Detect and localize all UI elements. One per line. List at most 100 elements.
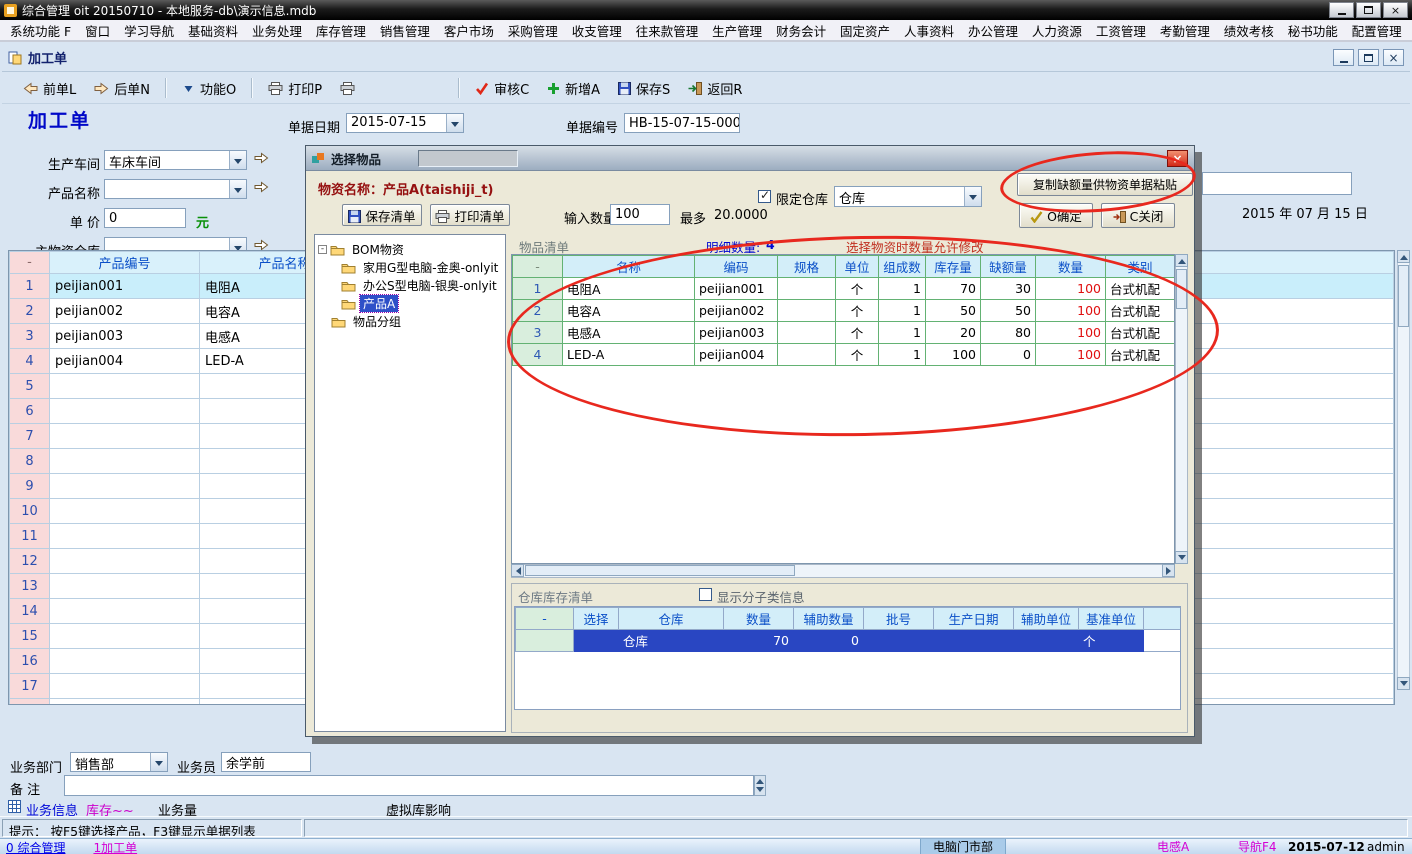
- doc-no-input[interactable]: HB-15-07-15-0001: [624, 113, 740, 133]
- product-value: [105, 180, 229, 198]
- qty-input[interactable]: 100: [610, 204, 670, 225]
- scroll-left-button[interactable]: [511, 564, 524, 577]
- tree-item[interactable]: 家用G型电脑-金奥-onlyit: [315, 258, 505, 276]
- restore-icon: [1364, 6, 1373, 14]
- taskbar-status-item[interactable]: 电脑门市部: [920, 839, 1006, 854]
- close-button[interactable]: C关闭: [1101, 203, 1175, 228]
- scroll-down-button[interactable]: [1175, 551, 1188, 564]
- hand-pointer-icon[interactable]: [254, 152, 271, 166]
- product-select[interactable]: [104, 179, 247, 199]
- taskbar-window-button[interactable]: 1加工单: [93, 839, 137, 854]
- doc-date-select[interactable]: 2015-07-15: [346, 113, 464, 133]
- child-minimize-button[interactable]: [1333, 49, 1354, 66]
- toolbar-back-label: 返回R: [707, 79, 742, 98]
- menu-item[interactable]: 考勤管理: [1158, 20, 1212, 41]
- menu-item[interactable]: 客户市场: [442, 20, 496, 41]
- save-list-button[interactable]: 保存清单: [342, 204, 422, 226]
- vertical-scrollbar[interactable]: [1397, 250, 1410, 690]
- taskbar-window-button[interactable]: 0 综合管理: [6, 839, 65, 854]
- limit-warehouse-checkbox[interactable]: [758, 190, 771, 203]
- menu-item[interactable]: 人事资料: [902, 20, 956, 41]
- scrollbar-thumb[interactable]: [1398, 265, 1409, 327]
- menu-item[interactable]: 固定资产: [838, 20, 892, 41]
- menu-item[interactable]: 财务会计: [774, 20, 828, 41]
- warehouse-select[interactable]: 仓库: [834, 186, 982, 207]
- warehouse-stock-panel: 仓库库存清单 显示分子类信息 -选择仓库数量辅助数量批号生产日期辅助单位基准单位…: [511, 583, 1188, 733]
- note-spinner[interactable]: [754, 775, 766, 796]
- chevron-down-icon[interactable]: [446, 114, 463, 132]
- titlebar-inset-box[interactable]: [418, 150, 518, 167]
- chevron-down-icon[interactable]: [964, 187, 981, 206]
- child-restore-button[interactable]: [1358, 49, 1379, 66]
- child-close-button[interactable]: ×: [1383, 49, 1404, 66]
- price-input[interactable]: 0: [104, 208, 186, 228]
- table-row[interactable]: 4LED-Apeijian004个11000100台式机配: [513, 344, 1175, 366]
- tree-item[interactable]: 产品A: [315, 294, 505, 312]
- dept-select[interactable]: 销售部: [70, 752, 168, 772]
- menu-item[interactable]: 绩效考核: [1222, 20, 1276, 41]
- menu-item[interactable]: 窗口: [83, 20, 112, 41]
- copy-shortage-button[interactable]: 复制缺额量供物资单据粘贴: [1017, 173, 1193, 196]
- agent-input[interactable]: 余学前: [221, 752, 311, 772]
- toolbar-next-button[interactable]: 后单N: [85, 76, 159, 101]
- toolbar-prev-button[interactable]: 前单L: [14, 76, 85, 101]
- arrow-down-icon: [182, 81, 195, 96]
- menu-item[interactable]: 人力资源: [1030, 20, 1084, 41]
- workshop-select[interactable]: 车床车间: [104, 150, 247, 170]
- menu-item[interactable]: 秘书功能: [1286, 20, 1340, 41]
- menu-item[interactable]: 办公管理: [966, 20, 1020, 41]
- tree-expander-icon[interactable]: -: [318, 245, 327, 254]
- note-input[interactable]: [64, 775, 754, 796]
- row-number-cell: 14: [10, 599, 50, 624]
- table-row[interactable]: 2电容Apeijian002个15050100台式机配: [513, 300, 1175, 322]
- toolbar-save-button[interactable]: 保存S: [609, 76, 679, 101]
- menu-item[interactable]: 系统功能 F: [8, 20, 73, 41]
- scroll-right-button[interactable]: [1162, 564, 1175, 577]
- menu-item[interactable]: 学习导航: [122, 20, 176, 41]
- item-cell: 30: [981, 278, 1036, 300]
- toolbar-add-button[interactable]: 新增A: [538, 76, 609, 101]
- item-cell: LED-A: [563, 344, 695, 366]
- scroll-down-button[interactable]: [1397, 677, 1410, 690]
- menu-item[interactable]: 配置管理: [1350, 20, 1404, 41]
- scroll-up-button[interactable]: [1175, 254, 1188, 267]
- tree-item[interactable]: -BOM物资: [315, 240, 505, 258]
- right-side-input[interactable]: [1202, 172, 1352, 195]
- table-row[interactable]: 仓库700个: [516, 630, 1181, 652]
- items-vertical-scrollbar[interactable]: [1175, 254, 1188, 564]
- menu-item[interactable]: 采购管理: [506, 20, 560, 41]
- tree-item[interactable]: 物品分组: [315, 312, 505, 330]
- menu-item[interactable]: 库存管理: [314, 20, 368, 41]
- toolbar-back-button[interactable]: 返回R: [679, 76, 751, 101]
- table-row[interactable]: 1电阻Apeijian001个17030100台式机配: [513, 278, 1175, 300]
- toolbar-printer2-button[interactable]: [331, 78, 364, 99]
- menu-item[interactable]: 销售管理: [378, 20, 432, 41]
- menu-item[interactable]: 生产管理: [710, 20, 764, 41]
- menu-item[interactable]: 往来款管理: [634, 20, 701, 41]
- show-subclass-checkbox[interactable]: [699, 588, 712, 601]
- window-minimize-button[interactable]: [1329, 2, 1354, 18]
- menu-item[interactable]: 收支管理: [570, 20, 624, 41]
- dialog-close-button[interactable]: ×: [1167, 150, 1188, 167]
- table-row[interactable]: 3电感Apeijian003个12080100台式机配: [513, 322, 1175, 344]
- menu-item[interactable]: 业务处理: [250, 20, 304, 41]
- toolbar-print-button[interactable]: 打印P: [259, 76, 331, 101]
- scroll-up-button[interactable]: [1397, 250, 1410, 263]
- row-number-cell: 10: [10, 499, 50, 524]
- menu-item[interactable]: 基础资料: [186, 20, 240, 41]
- chevron-down-icon[interactable]: [229, 151, 246, 169]
- toolbar-func-button[interactable]: 功能O: [173, 76, 245, 101]
- chevron-down-icon[interactable]: [229, 180, 246, 198]
- menu-item[interactable]: 工资管理: [1094, 20, 1148, 41]
- hand-pointer-icon[interactable]: [254, 181, 271, 195]
- tree-item[interactable]: 办公S型电脑-银奥-onlyit: [315, 276, 505, 294]
- items-horizontal-scrollbar[interactable]: [511, 564, 1175, 578]
- window-restore-button[interactable]: [1356, 2, 1381, 18]
- ok-button[interactable]: O确定: [1019, 203, 1093, 228]
- toolbar-audit-button[interactable]: 审核C: [466, 76, 538, 101]
- chevron-down-icon[interactable]: [150, 753, 167, 771]
- scrollbar-thumb[interactable]: [525, 565, 795, 576]
- print-list-button[interactable]: 打印清单: [430, 204, 510, 226]
- scrollbar-thumb[interactable]: [1176, 269, 1187, 309]
- window-close-button[interactable]: ×: [1383, 2, 1408, 18]
